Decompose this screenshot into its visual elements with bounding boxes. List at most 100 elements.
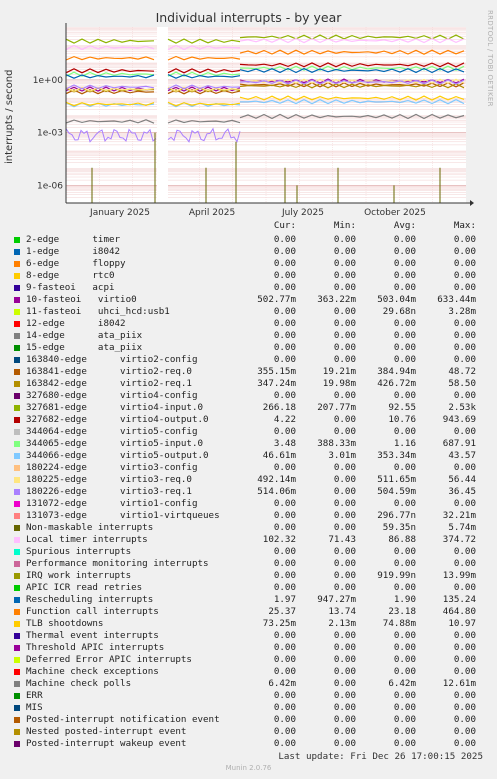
legend-swatch (14, 393, 20, 399)
legend-row: Nested posted-interrupt event 0.00 0.00 0.0… (0, 726, 497, 738)
legend-swatch (14, 333, 20, 339)
legend-max-value: 0.00 (453, 318, 476, 329)
legend-series-name: 163842-edge virtio2-req.1 (26, 378, 192, 389)
legend-max-value: 0.00 (453, 642, 476, 653)
legend-series-name: 8-edge rtc0 (26, 270, 115, 281)
legend-max-value: 0.00 (453, 462, 476, 473)
legend-row: 10-fasteoi virtio0 502.77m 363.22m 503.04m 6… (0, 294, 497, 306)
legend-series-name: Performance monitoring interrupts (26, 558, 209, 569)
legend-row: 163842-edge virtio2-req.1 347.24m 19.98m 42… (0, 378, 497, 390)
legend-swatch (14, 441, 20, 447)
legend-series-name: 180225-edge virtio3-req.0 (26, 474, 192, 485)
legend-max-value: 36.45 (448, 486, 476, 497)
legend-swatch (14, 417, 20, 423)
legend-max-value: 0.00 (453, 690, 476, 701)
legend-swatch (14, 717, 20, 723)
legend-max-value: 0.00 (453, 498, 476, 509)
legend-series-name: Threshold APIC interrupts (26, 642, 165, 653)
legend-max-value: 0.00 (453, 582, 476, 593)
legend-row: 9-fasteoi acpi 0.00 0.00 0.00 0.00 (0, 282, 497, 294)
legend-max-value: 0.00 (453, 246, 476, 257)
legend-series-name: 180226-edge virtio3-req.1 (26, 486, 192, 497)
legend-max-value: 10.97 (448, 618, 476, 629)
legend-max-value: 0.00 (453, 390, 476, 401)
x-axis-arrow (470, 200, 474, 206)
legend-row: 180225-edge virtio3-req.0 492.14m 0.00 511.… (0, 474, 497, 486)
legend-max-value: 0.00 (453, 426, 476, 437)
legend-max-value: 0.00 (453, 630, 476, 641)
legend-swatch (14, 381, 20, 387)
legend-max-value: 32.21m (442, 510, 476, 521)
legend-series-name: Function call interrupts (26, 606, 159, 617)
legend-series-name: Non-maskable interrupts (26, 522, 154, 533)
legend-row: ERR 0.00 0.00 0.00 0.00 (0, 690, 497, 702)
legend-row: 1-edge i8042 0.00 0.00 0.00 0.00 (0, 246, 497, 258)
legend-swatch (14, 597, 20, 603)
legend-max-value: 43.57 (448, 450, 476, 461)
y-tick-label: 1e+00 (33, 76, 64, 86)
legend-row: 344066-edge virtio5-output.0 46.61m 3.01m 3… (0, 450, 497, 462)
legend-max-value: 0.00 (453, 558, 476, 569)
x-tick-label: October 2025 (364, 208, 426, 218)
legend-series-name: Deferred Error APIC interrupts (26, 654, 192, 665)
legend-row: MIS 0.00 0.00 0.00 0.00 (0, 702, 497, 714)
legend-max-value: 0.00 (453, 702, 476, 713)
legend-row: 14-edge ata_piix 0.00 0.00 0.00 0.00 (0, 330, 497, 342)
legend-row: APIC ICR read retries 0.00 0.00 0.00 0.00 (0, 582, 497, 594)
legend-swatch (14, 249, 20, 255)
legend-series-name: Nested posted-interrupt event (26, 726, 187, 737)
legend-series-name: 2-edge timer (26, 234, 121, 245)
legend-swatch (14, 573, 20, 579)
legend-series-name: Posted-interrupt wakeup event (26, 738, 187, 749)
legend-swatch (14, 513, 20, 519)
legend-series-name: ERR (26, 690, 43, 701)
legend-row: 163840-edge virtio2-config 0.00 0.00 0.00 0.… (0, 354, 497, 366)
legend-series-name: Rescheduling interrupts (26, 594, 154, 605)
legend-series-name: IRQ work interrupts (26, 570, 132, 581)
legend-row: 131072-edge virtio1-config 0.00 0.00 0.00 0.… (0, 498, 497, 510)
legend-row: Rescheduling interrupts 1.97 947.27m 1.90 13… (0, 594, 497, 606)
x-tick-label: January 2025 (89, 208, 150, 218)
legend-row: 327682-edge virtio4-output.0 4.22 0.00 10.7… (0, 414, 497, 426)
legend-series-name: 1-edge i8042 (26, 246, 121, 257)
x-tick-label: April 2025 (189, 208, 235, 218)
legend-max-value: 464.80 (442, 606, 476, 617)
legend-row: Function call interrupts 25.37 13.74 23.18 4… (0, 606, 497, 618)
legend-swatch (14, 453, 20, 459)
legend-row: Deferred Error APIC interrupts 0.00 0.00 0.… (0, 654, 497, 666)
legend-swatch (14, 477, 20, 483)
legend-row: Posted-interrupt wakeup event 0.00 0.00 0.0… (0, 738, 497, 750)
legend-row: Machine check exceptions 0.00 0.00 0.00 0.00 (0, 666, 497, 678)
legend-series-name: 327682-edge virtio4-output.0 (26, 414, 209, 425)
legend-max-value: 5.74m (448, 522, 476, 533)
legend-row: 8-edge rtc0 0.00 0.00 0.00 0.00 (0, 270, 497, 282)
legend-series-name: 14-edge ata_piix (26, 330, 143, 341)
legend-swatch (14, 285, 20, 291)
legend-series-name: MIS (26, 702, 43, 713)
legend-row: IRQ work interrupts 0.00 0.00 919.99n 13.99m (0, 570, 497, 582)
legend-swatch (14, 645, 20, 651)
legend-max-value: 3.28m (448, 306, 476, 317)
legend-row: 327681-edge virtio4-input.0 266.18 207.77m… (0, 402, 497, 414)
legend-max-value: 48.72 (448, 366, 476, 377)
legend-row: 327680-edge virtio4-config 0.00 0.00 0.00 0.… (0, 390, 497, 402)
legend-series-name: 180224-edge virtio3-config (26, 462, 198, 473)
legend-swatch (14, 501, 20, 507)
legend-max-value: 0.00 (453, 258, 476, 269)
legend-swatch (14, 693, 20, 699)
legend-max-value: 687.91 (442, 438, 476, 449)
legend-max-value: 0.00 (453, 738, 476, 749)
legend-series-name: 11-fasteoi uhci_hcd:usb1 (26, 306, 170, 317)
legend-max-value: 0.00 (453, 714, 476, 725)
legend-series-name: 344065-edge virtio5-input.0 (26, 438, 204, 449)
legend-series-name: 327681-edge virtio4-input.0 (26, 402, 204, 413)
legend-series-name: 163840-edge virtio2-config (26, 354, 198, 365)
legend-max-value: 2.53k (448, 402, 476, 413)
legend-row: 11-fasteoi uhci_hcd:usb1 0.00 0.00 29.68n 3.… (0, 306, 497, 318)
legend-row: TLB shootdowns 73.25m 2.13m 74.88m 10.97 (0, 618, 497, 630)
legend-swatch (14, 525, 20, 531)
y-tick-label: 1e-03 (37, 129, 63, 139)
legend-swatch (14, 729, 20, 735)
legend-max-value: 0.00 (453, 330, 476, 341)
legend-swatch (14, 669, 20, 675)
